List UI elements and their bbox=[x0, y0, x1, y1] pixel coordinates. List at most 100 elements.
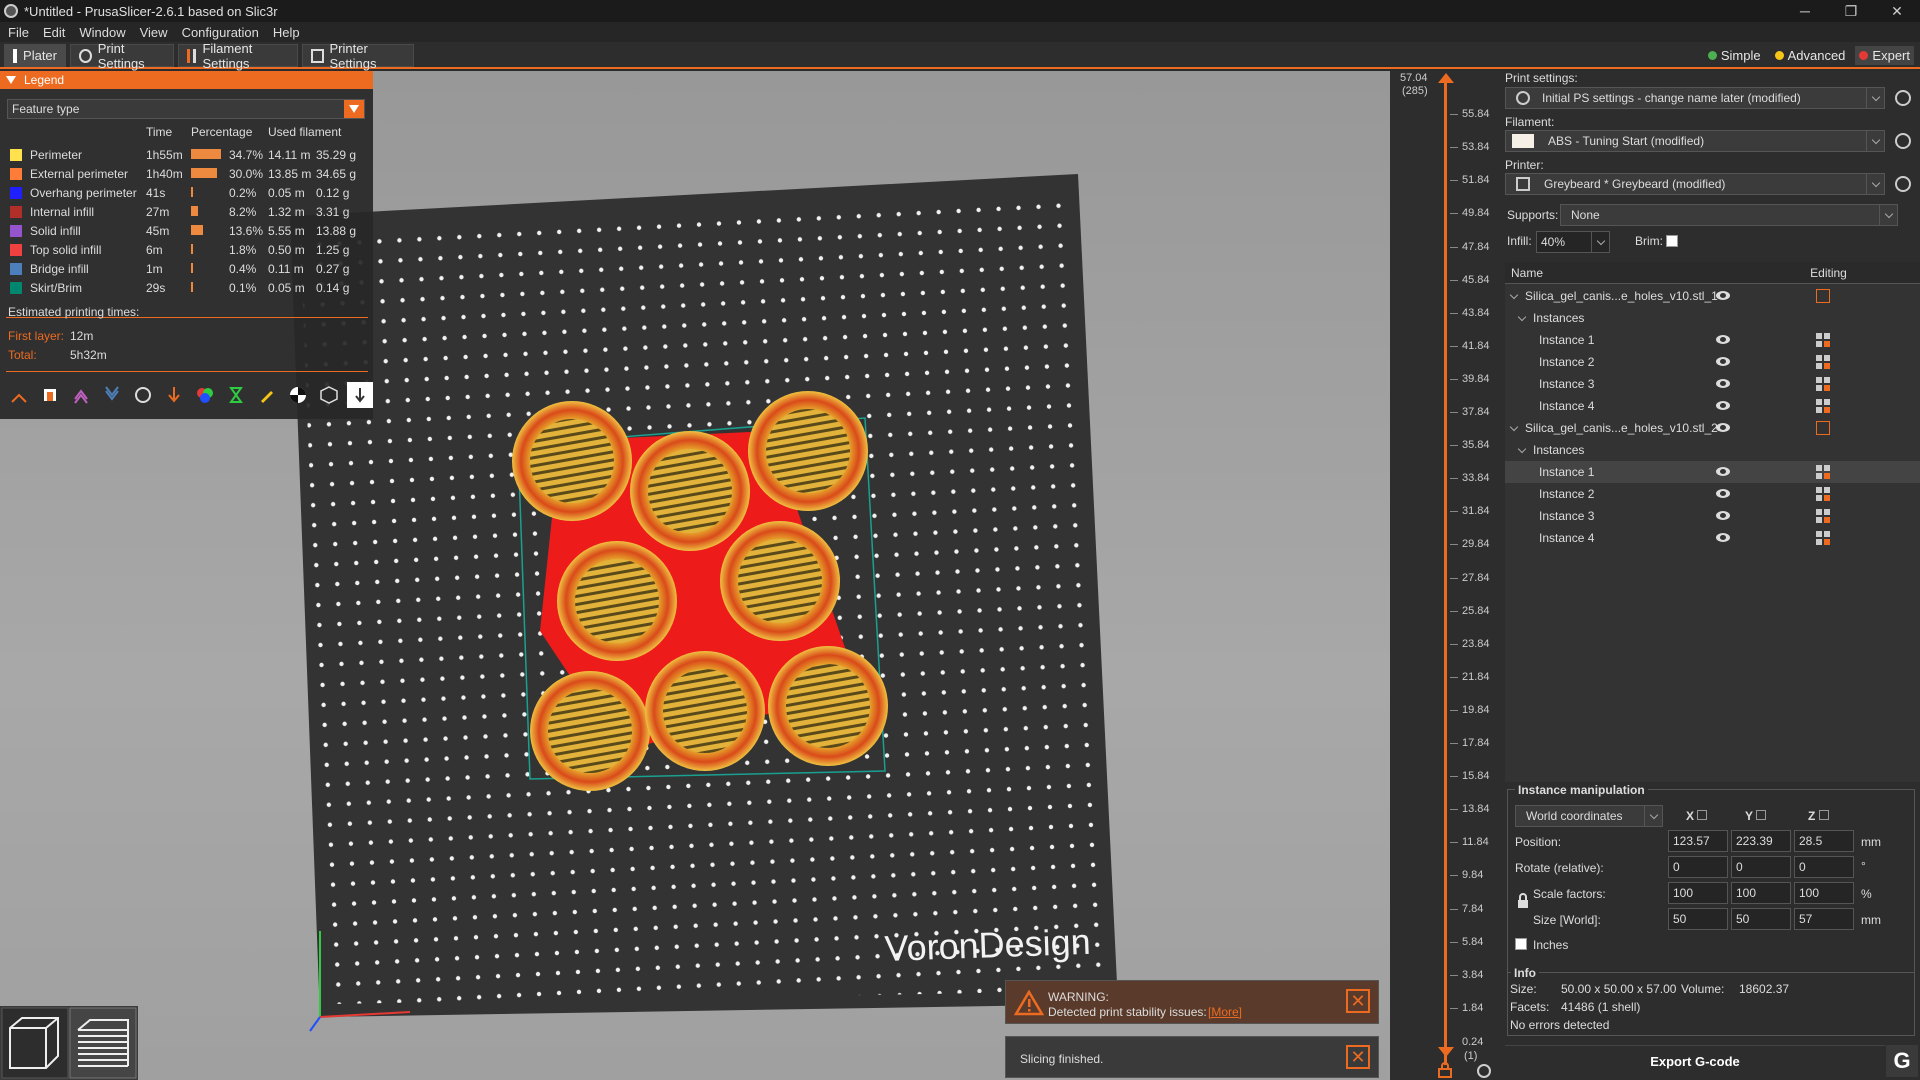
mode-advanced[interactable]: Advanced bbox=[1771, 46, 1850, 65]
custom-gcodes-icon[interactable] bbox=[254, 382, 280, 408]
legend-row[interactable]: Solid infill 45m 13.6% 5.55 m 13.88 g bbox=[0, 221, 373, 240]
legend-row[interactable]: Top solid infill 6m 1.8% 0.50 m 1.25 g bbox=[0, 240, 373, 259]
close-button[interactable]: ✕ bbox=[1874, 0, 1920, 22]
eye-icon[interactable] bbox=[1716, 291, 1730, 300]
scale-y-field[interactable]: 100 bbox=[1731, 882, 1791, 904]
color-changes-icon[interactable] bbox=[192, 382, 218, 408]
drop-y-icon[interactable] bbox=[1756, 810, 1766, 820]
seams-icon[interactable] bbox=[130, 382, 156, 408]
size-z-field[interactable]: 57 bbox=[1794, 908, 1854, 930]
menu-view[interactable]: View bbox=[140, 25, 168, 40]
tool-changes-icon[interactable] bbox=[161, 382, 187, 408]
eye-icon[interactable] bbox=[1716, 357, 1730, 366]
eye-icon[interactable] bbox=[1716, 489, 1730, 498]
instance-settings-icon[interactable] bbox=[1816, 355, 1830, 369]
scale-z-field[interactable]: 100 bbox=[1794, 882, 1854, 904]
menu-file[interactable]: File bbox=[8, 25, 29, 40]
mode-expert[interactable]: Expert bbox=[1855, 46, 1914, 65]
instance-settings-icon[interactable] bbox=[1816, 399, 1830, 413]
slider-top-thumb[interactable] bbox=[1438, 73, 1454, 83]
legend-row[interactable]: Overhang perimeter 41s 0.2% 0.05 m 0.12 g bbox=[0, 183, 373, 202]
rotate-z-field[interactable]: 0 bbox=[1794, 856, 1854, 878]
object-row[interactable]: Silica_gel_canis...e_holes_v10.stl_1 bbox=[1505, 285, 1920, 307]
instance-row[interactable]: Instance 2 bbox=[1505, 483, 1920, 505]
expand-chevron-icon[interactable] bbox=[1517, 444, 1527, 454]
instance-row[interactable]: Instance 3 bbox=[1505, 373, 1920, 395]
brim-checkbox[interactable] bbox=[1666, 235, 1678, 247]
tab-plater[interactable]: Plater bbox=[4, 44, 66, 67]
instance-settings-icon[interactable] bbox=[1816, 333, 1830, 347]
filament-combo[interactable]: ABS - Tuning Start (modified) bbox=[1505, 130, 1885, 152]
tab-printer-settings[interactable]: Printer Settings bbox=[302, 41, 414, 71]
printer-combo[interactable]: Greybeard * Greybeard (modified) bbox=[1505, 173, 1885, 195]
preview-layers-icon[interactable] bbox=[69, 1007, 137, 1079]
tab-filament-settings[interactable]: Filament Settings bbox=[178, 41, 298, 71]
edit-print-preset-icon[interactable] bbox=[1895, 90, 1911, 106]
menu-edit[interactable]: Edit bbox=[43, 25, 65, 40]
instance-row[interactable]: Instance 1 bbox=[1505, 461, 1920, 483]
eye-icon[interactable] bbox=[1716, 533, 1730, 542]
instance-row[interactable]: Instance 4 bbox=[1505, 527, 1920, 549]
slider-bottom-thumb[interactable] bbox=[1438, 1047, 1454, 1057]
coordinates-combo[interactable]: World coordinates bbox=[1515, 805, 1663, 827]
supports-combo[interactable]: None bbox=[1560, 204, 1898, 226]
legend-row[interactable]: Internal infill 27m 8.2% 1.32 m 3.31 g bbox=[0, 202, 373, 221]
instance-row[interactable]: Instance 1 bbox=[1505, 329, 1920, 351]
eye-icon[interactable] bbox=[1716, 467, 1730, 476]
edit-object-icon[interactable] bbox=[1816, 289, 1830, 303]
instance-settings-icon[interactable] bbox=[1816, 465, 1830, 479]
instance-row[interactable]: Instance 2 bbox=[1505, 351, 1920, 373]
retractions-icon[interactable] bbox=[68, 382, 94, 408]
send-gcode-button[interactable]: G bbox=[1886, 1045, 1918, 1077]
scale-x-field[interactable]: 100 bbox=[1668, 882, 1728, 904]
legend-row[interactable]: Perimeter 1h55m 34.7% 14.11 m 35.29 g bbox=[0, 145, 373, 164]
instance-settings-icon[interactable] bbox=[1816, 509, 1830, 523]
instance-settings-icon[interactable] bbox=[1816, 531, 1830, 545]
instance-row[interactable]: Instance 3 bbox=[1505, 505, 1920, 527]
close-slicing-notification-button[interactable]: ✕ bbox=[1346, 1045, 1370, 1069]
export-gcode-button[interactable]: Export G-code bbox=[1505, 1045, 1885, 1077]
instances-group-row[interactable]: Instances bbox=[1505, 307, 1920, 329]
size-x-field[interactable]: 50 bbox=[1668, 908, 1728, 930]
position-y-field[interactable]: 223.39 bbox=[1731, 830, 1791, 852]
lock-scale-icon[interactable] bbox=[1517, 893, 1529, 909]
position-z-field[interactable]: 28.5 bbox=[1794, 830, 1854, 852]
menu-help[interactable]: Help bbox=[273, 25, 300, 40]
drop-z-icon[interactable] bbox=[1819, 810, 1829, 820]
expand-chevron-icon[interactable] bbox=[1517, 312, 1527, 322]
instance-settings-icon[interactable] bbox=[1816, 377, 1830, 391]
legend-header[interactable]: Legend bbox=[0, 71, 373, 89]
travel-icon[interactable] bbox=[6, 382, 32, 408]
object-row[interactable]: Silica_gel_canis...e_holes_v10.stl_2 bbox=[1505, 417, 1920, 439]
menu-configuration[interactable]: Configuration bbox=[182, 25, 259, 40]
rotate-x-field[interactable]: 0 bbox=[1668, 856, 1728, 878]
restore-button[interactable]: ❐ bbox=[1828, 0, 1874, 22]
size-y-field[interactable]: 50 bbox=[1731, 908, 1791, 930]
instance-settings-icon[interactable] bbox=[1816, 487, 1830, 501]
pause-prints-icon[interactable] bbox=[223, 382, 249, 408]
edit-object-icon[interactable] bbox=[1816, 421, 1830, 435]
position-x-field[interactable]: 123.57 bbox=[1668, 830, 1728, 852]
3d-view-icon[interactable] bbox=[1, 1007, 69, 1079]
view-type-select[interactable]: Feature type bbox=[7, 99, 365, 119]
legend-row[interactable]: Bridge infill 1m 0.4% 0.11 m 0.27 g bbox=[0, 259, 373, 278]
shells-icon[interactable] bbox=[316, 382, 342, 408]
close-warning-button[interactable]: ✕ bbox=[1346, 989, 1370, 1013]
inches-checkbox[interactable] bbox=[1515, 938, 1527, 950]
deretractions-icon[interactable] bbox=[99, 382, 125, 408]
mode-simple[interactable]: Simple bbox=[1704, 46, 1765, 65]
legend-row[interactable]: External perimeter 1h40m 30.0% 13.85 m 34.65… bbox=[0, 164, 373, 183]
legend-row[interactable]: Skirt/Brim 29s 0.1% 0.05 m 0.14 g bbox=[0, 278, 373, 297]
eye-icon[interactable] bbox=[1716, 401, 1730, 410]
edit-printer-preset-icon[interactable] bbox=[1895, 176, 1911, 192]
warning-more-link[interactable]: [More] bbox=[1208, 1005, 1242, 1019]
eye-icon[interactable] bbox=[1716, 511, 1730, 520]
instance-row[interactable]: Instance 4 bbox=[1505, 395, 1920, 417]
eye-icon[interactable] bbox=[1716, 379, 1730, 388]
edit-filament-preset-icon[interactable] bbox=[1895, 133, 1911, 149]
infill-combo[interactable]: 40% bbox=[1536, 231, 1610, 253]
menu-window[interactable]: Window bbox=[79, 25, 125, 40]
tool-marker-icon[interactable] bbox=[347, 382, 373, 408]
slider-settings-icon[interactable] bbox=[1477, 1064, 1491, 1078]
rotate-y-field[interactable]: 0 bbox=[1731, 856, 1791, 878]
